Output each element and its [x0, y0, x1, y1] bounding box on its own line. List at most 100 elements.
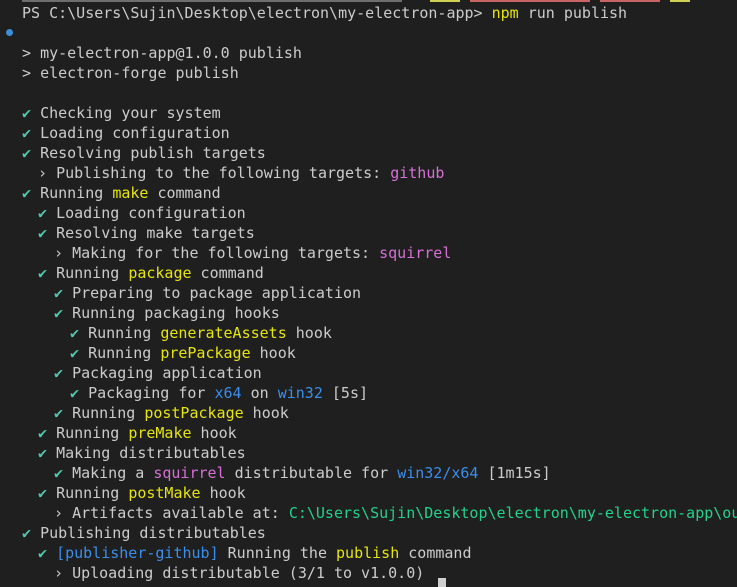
step-text: Running — [56, 264, 129, 282]
step-line: ✔ Preparing to package application — [54, 283, 361, 303]
step-text: on — [241, 384, 278, 402]
step-line: ✔ Packaging application — [54, 363, 262, 383]
terminal-output[interactable]: PS C:\Users\Sujin\Desktop\electron\my-el… — [0, 0, 737, 587]
step-line: ✔ Running make command — [22, 183, 221, 203]
step-text: command — [148, 184, 221, 202]
step-text: Publishing to the following targets: — [56, 164, 391, 182]
checkmark-icon: ✔ — [22, 184, 32, 202]
checkmark-icon: ✔ — [22, 104, 32, 122]
step-text: Running — [40, 184, 113, 202]
step-text: Running — [72, 404, 145, 422]
checkmark-icon: ✔ — [54, 364, 64, 382]
step-text: generateAssets — [160, 324, 287, 342]
step-line: › Artifacts available at: C:\Users\Sujin… — [54, 503, 737, 523]
step-text: squirrel — [153, 464, 226, 482]
checkmark-icon: ✔ — [38, 424, 48, 442]
arrow-right-icon: › — [54, 244, 64, 262]
prompt-status-dot-icon[interactable] — [6, 29, 13, 36]
step-line: ✔ [publisher-github] Running the publish… — [38, 543, 472, 563]
script-line: > electron-forge publish — [22, 64, 239, 82]
step-text: Packaging application — [72, 364, 262, 382]
prompt-line: PS C:\Users\Sujin\Desktop\electron\my-el… — [22, 3, 627, 23]
step-text: squirrel — [379, 244, 452, 262]
step-line: ✔ Running generateAssets hook — [70, 323, 332, 343]
step-text: C:\Users\Sujin\Desktop\electron\my-elect… — [288, 504, 737, 522]
step-line: ✔ Making distributables — [38, 443, 246, 463]
step-text: make — [112, 184, 149, 202]
checkmark-icon: ✔ — [22, 124, 32, 142]
step-line: ✔ Loading configuration — [38, 203, 246, 223]
step-text: Artifacts available at: — [72, 504, 289, 522]
checkmark-icon: ✔ — [38, 204, 48, 222]
step-text: Checking your system — [40, 104, 221, 122]
step-text: postPackage — [144, 404, 244, 422]
step-text: hook — [200, 484, 246, 502]
checkmark-icon: ✔ — [54, 464, 64, 482]
step-line: ✔ Packaging for x64 on win32 [5s] — [70, 383, 368, 403]
arrow-right-icon: › — [54, 564, 64, 582]
step-line: ✔ Resolving publish targets — [22, 143, 266, 163]
step-text: Preparing to package application — [72, 284, 362, 302]
step-text: Running — [56, 424, 129, 442]
step-line: ✔ Checking your system — [22, 103, 221, 123]
step-text: github — [390, 164, 445, 182]
step-text: Packaging for — [88, 384, 215, 402]
step-line: ✔ Running package command — [38, 263, 264, 283]
step-text: x64 — [214, 384, 242, 402]
checkmark-icon: ✔ — [70, 324, 80, 342]
checkmark-icon: ✔ — [38, 484, 48, 502]
command-name: npm — [491, 4, 519, 22]
step-text: win32 — [277, 384, 323, 402]
step-text: Running the — [218, 544, 337, 562]
step-line: ✔ Running prePackage hook — [70, 343, 296, 363]
step-text: win32/x64 — [397, 464, 479, 482]
step-text: Making a — [72, 464, 154, 482]
step-text: publish — [336, 544, 400, 562]
step-line: ✔ Making a squirrel distributable for wi… — [54, 463, 551, 483]
arrow-right-icon: › — [54, 504, 64, 522]
step-text: [5s] — [322, 384, 369, 402]
step-text: Running — [88, 324, 161, 342]
arrow-right-icon: › — [38, 164, 48, 182]
command-args: run publish — [527, 4, 628, 22]
step-line: ✔ Running postPackage hook — [54, 403, 289, 423]
checkmark-icon: ✔ — [38, 544, 48, 562]
caret-icon: > — [22, 64, 32, 82]
step-text: Loading configuration — [40, 124, 230, 142]
step-line: › Publishing to the following targets: g… — [38, 163, 444, 183]
step-text: Running — [88, 344, 161, 362]
step-text: [1m15s] — [478, 464, 551, 482]
step-text: [publisher-github] — [56, 544, 219, 562]
step-text: preMake — [128, 424, 192, 442]
caret-icon: > — [22, 44, 32, 62]
step-text: Resolving make targets — [56, 224, 255, 242]
step-text: hook — [243, 404, 289, 422]
step-line: ✔ Running preMake hook — [38, 423, 237, 443]
prompt-path: PS C:\Users\Sujin\Desktop\electron\my-el… — [22, 4, 483, 22]
step-text: Running — [56, 484, 129, 502]
step-text: command — [191, 264, 264, 282]
step-text: Uploading distributable (3/1 to v1.0.0) — [72, 564, 425, 582]
step-text: command — [399, 544, 472, 562]
step-text: package — [128, 264, 192, 282]
terminal-cursor — [438, 578, 446, 587]
script-line: > my-electron-app@1.0.0 publish — [22, 44, 302, 62]
checkmark-icon: ✔ — [54, 404, 64, 422]
step-line: ✔ Resolving make targets — [38, 223, 255, 243]
step-text: Loading configuration — [56, 204, 246, 222]
step-text: Making for the following targets: — [72, 244, 380, 262]
step-line: ✔ Running packaging hooks — [54, 303, 280, 323]
step-text: Publishing distributables — [40, 524, 266, 542]
step-text: postMake — [128, 484, 201, 502]
step-text: Resolving publish targets — [40, 144, 266, 162]
checkmark-icon: ✔ — [22, 144, 32, 162]
step-text: prePackage — [160, 344, 251, 362]
checkmark-icon: ✔ — [70, 384, 80, 402]
checkmark-icon: ✔ — [54, 284, 64, 302]
checkmark-icon: ✔ — [22, 524, 32, 542]
step-text: hook — [250, 344, 296, 362]
step-text: hook — [191, 424, 237, 442]
checkmark-icon: ✔ — [38, 444, 48, 462]
step-text: distributable for — [225, 464, 398, 482]
step-line: ✔ Publishing distributables — [22, 523, 266, 543]
